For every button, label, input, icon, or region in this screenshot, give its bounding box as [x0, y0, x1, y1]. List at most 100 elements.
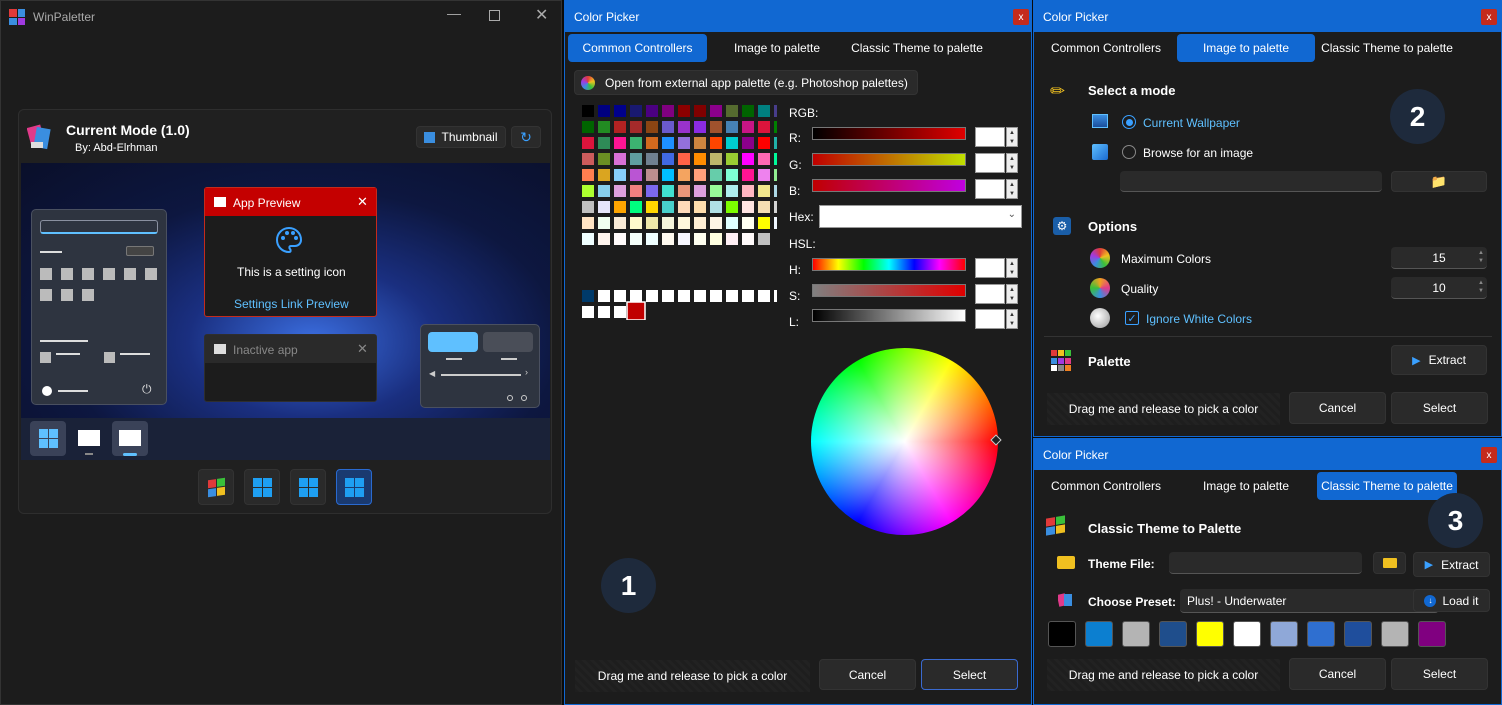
quality-input[interactable]: 10 ▲ ▼ [1391, 277, 1487, 299]
color-swatch[interactable] [646, 137, 658, 149]
color-swatch[interactable] [774, 169, 786, 181]
color-swatch[interactable] [582, 201, 594, 213]
minimize-button[interactable]: — [447, 5, 461, 21]
color-swatch[interactable] [726, 169, 738, 181]
color-swatch[interactable] [630, 233, 642, 245]
color-swatch[interactable] [582, 233, 594, 245]
extracted-color-swatch[interactable] [1307, 621, 1335, 647]
color-swatch[interactable] [630, 201, 642, 213]
browse-folder-button[interactable]: 📁 [1391, 171, 1487, 192]
extracted-color-swatch[interactable] [1381, 621, 1409, 647]
color-swatch[interactable] [630, 169, 642, 181]
extracted-color-swatch[interactable] [1233, 621, 1261, 647]
custom-color-swatch[interactable] [646, 290, 658, 302]
g-slider[interactable] [812, 153, 966, 166]
color-swatch[interactable] [694, 201, 706, 213]
color-swatch[interactable] [710, 217, 722, 229]
color-swatch[interactable] [710, 153, 722, 165]
browse-image-radio[interactable] [1122, 145, 1136, 159]
custom-color-swatch[interactable] [742, 290, 754, 302]
color-swatch[interactable] [582, 185, 594, 197]
l-slider[interactable] [812, 309, 966, 322]
color-swatch[interactable] [774, 137, 786, 149]
picker1-eyedropper[interactable]: Drag me and release to pick a color [575, 660, 810, 692]
r-input[interactable] [975, 127, 1005, 147]
color-swatch[interactable] [598, 105, 610, 117]
color-swatch[interactable] [694, 121, 706, 133]
extracted-color-swatch[interactable] [1122, 621, 1150, 647]
color-swatch[interactable] [582, 137, 594, 149]
color-swatch[interactable] [582, 121, 594, 133]
color-swatch[interactable] [774, 121, 786, 133]
color-swatch[interactable] [630, 121, 642, 133]
b-spinner[interactable]: ▲ ▼ [1006, 179, 1018, 199]
extracted-color-swatch[interactable] [1085, 621, 1113, 647]
color-swatch[interactable] [758, 105, 770, 117]
picker2-close-button[interactable]: x [1481, 9, 1497, 25]
color-swatch[interactable] [726, 185, 738, 197]
color-swatch[interactable] [678, 121, 690, 133]
custom-color-swatch[interactable] [694, 290, 706, 302]
picker1-select-button[interactable]: Select [921, 659, 1018, 690]
open-external-palette-button[interactable]: Open from external app palette (e.g. Pho… [574, 70, 918, 95]
color-swatch[interactable] [726, 137, 738, 149]
color-swatch[interactable] [678, 153, 690, 165]
color-swatch[interactable] [742, 137, 754, 149]
s-slider[interactable] [812, 284, 966, 297]
color-swatch[interactable] [662, 185, 674, 197]
color-swatch[interactable] [646, 169, 658, 181]
color-swatch-grid[interactable] [582, 105, 802, 321]
win10-button[interactable] [244, 469, 280, 505]
picker3-close-button[interactable]: x [1481, 447, 1497, 463]
theme-file-input[interactable] [1169, 552, 1362, 574]
color-swatch[interactable] [614, 153, 626, 165]
r-slider[interactable] [812, 127, 966, 140]
h-spinner[interactable]: ▲ ▼ [1006, 258, 1018, 278]
quality-spinner[interactable]: ▲ ▼ [1478, 279, 1484, 295]
color-swatch[interactable] [726, 153, 738, 165]
color-swatch[interactable] [598, 233, 610, 245]
color-swatch[interactable] [614, 105, 626, 117]
color-swatch[interactable] [774, 217, 786, 229]
custom-color-swatch[interactable] [710, 290, 722, 302]
color-swatch[interactable] [678, 185, 690, 197]
color-swatch[interactable] [646, 233, 658, 245]
extracted-color-swatch[interactable] [1418, 621, 1446, 647]
s-spinner[interactable]: ▲ ▼ [1006, 284, 1018, 304]
extracted-color-swatch[interactable] [1270, 621, 1298, 647]
custom-color-swatch[interactable] [662, 290, 674, 302]
color-swatch[interactable] [742, 153, 754, 165]
color-swatch[interactable] [662, 233, 674, 245]
browse-image-label[interactable]: Browse for an image [1143, 146, 1253, 160]
color-swatch[interactable] [742, 105, 754, 117]
color-swatch[interactable] [598, 185, 610, 197]
current-wallpaper-label[interactable]: Current Wallpaper [1143, 116, 1240, 130]
hex-dropdown[interactable]: ⌄ [819, 205, 1022, 228]
custom-color-swatch[interactable] [758, 290, 770, 302]
color-swatch[interactable] [710, 233, 722, 245]
color-swatch[interactable] [694, 185, 706, 197]
custom-color-swatch[interactable] [774, 290, 786, 302]
g-input[interactable] [975, 153, 1005, 173]
color-swatch[interactable] [662, 121, 674, 133]
color-swatch[interactable] [742, 201, 754, 213]
color-swatch[interactable] [758, 217, 770, 229]
color-swatch[interactable] [646, 105, 658, 117]
color-swatch[interactable] [662, 105, 674, 117]
color-swatch[interactable] [710, 201, 722, 213]
color-swatch[interactable] [646, 201, 658, 213]
h-slider[interactable] [812, 258, 966, 271]
color-swatch[interactable] [758, 233, 770, 245]
maximize-button[interactable] [489, 10, 500, 21]
h-input[interactable] [975, 258, 1005, 278]
win8-button[interactable] [290, 469, 326, 505]
color-swatch[interactable] [726, 233, 738, 245]
color-swatch[interactable] [710, 185, 722, 197]
color-swatch[interactable] [726, 105, 738, 117]
picker3-tab-image[interactable]: Image to palette [1177, 472, 1315, 500]
color-swatch[interactable] [694, 105, 706, 117]
color-swatch[interactable] [598, 169, 610, 181]
color-swatch[interactable] [630, 153, 642, 165]
extracted-color-swatch[interactable] [1159, 621, 1187, 647]
custom-color-swatch[interactable] [614, 290, 626, 302]
